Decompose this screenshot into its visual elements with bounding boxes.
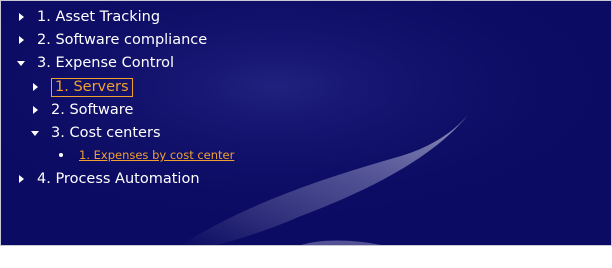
triangle-right-icon[interactable] <box>14 168 28 190</box>
tree-item-label[interactable]: 3. Cost centers <box>51 125 161 141</box>
tree-item-label[interactable]: 4. Process Automation <box>37 171 200 187</box>
tree-item-expenses-by-cost-center[interactable]: 1. Expenses by cost center <box>57 146 234 164</box>
triangle-down-icon[interactable] <box>14 52 28 74</box>
tree-item-label[interactable]: 2. Software <box>51 102 133 118</box>
triangle-right-icon[interactable] <box>28 99 42 121</box>
triangle-right-icon[interactable] <box>28 76 42 98</box>
tree-item-servers[interactable]: 1. Servers <box>28 76 133 98</box>
tree-item-label[interactable]: 1. Asset Tracking <box>37 9 160 25</box>
tree-item-software-compliance[interactable]: 2. Software compliance <box>14 29 207 51</box>
navigation-panel: 1. Asset Tracking 2. Software compliance… <box>0 0 612 246</box>
tree-item-expense-control[interactable]: 3. Expense Control <box>14 52 174 74</box>
tree-item-software[interactable]: 2. Software <box>28 99 133 121</box>
tree-item-cost-centers[interactable]: 3. Cost centers <box>28 122 161 144</box>
tree-item-asset-tracking[interactable]: 1. Asset Tracking <box>14 6 160 28</box>
bullet-icon <box>57 146 65 164</box>
tree-item-label[interactable]: 3. Expense Control <box>37 55 174 71</box>
triangle-right-icon[interactable] <box>14 29 28 51</box>
triangle-right-icon[interactable] <box>14 6 28 28</box>
tree-item-label-selected[interactable]: 1. Servers <box>51 77 133 97</box>
tree-item-process-automation[interactable]: 4. Process Automation <box>14 168 200 190</box>
tree-item-link[interactable]: 1. Expenses by cost center <box>79 148 234 162</box>
tree-item-label[interactable]: 2. Software compliance <box>37 32 207 48</box>
triangle-down-icon[interactable] <box>28 122 42 144</box>
